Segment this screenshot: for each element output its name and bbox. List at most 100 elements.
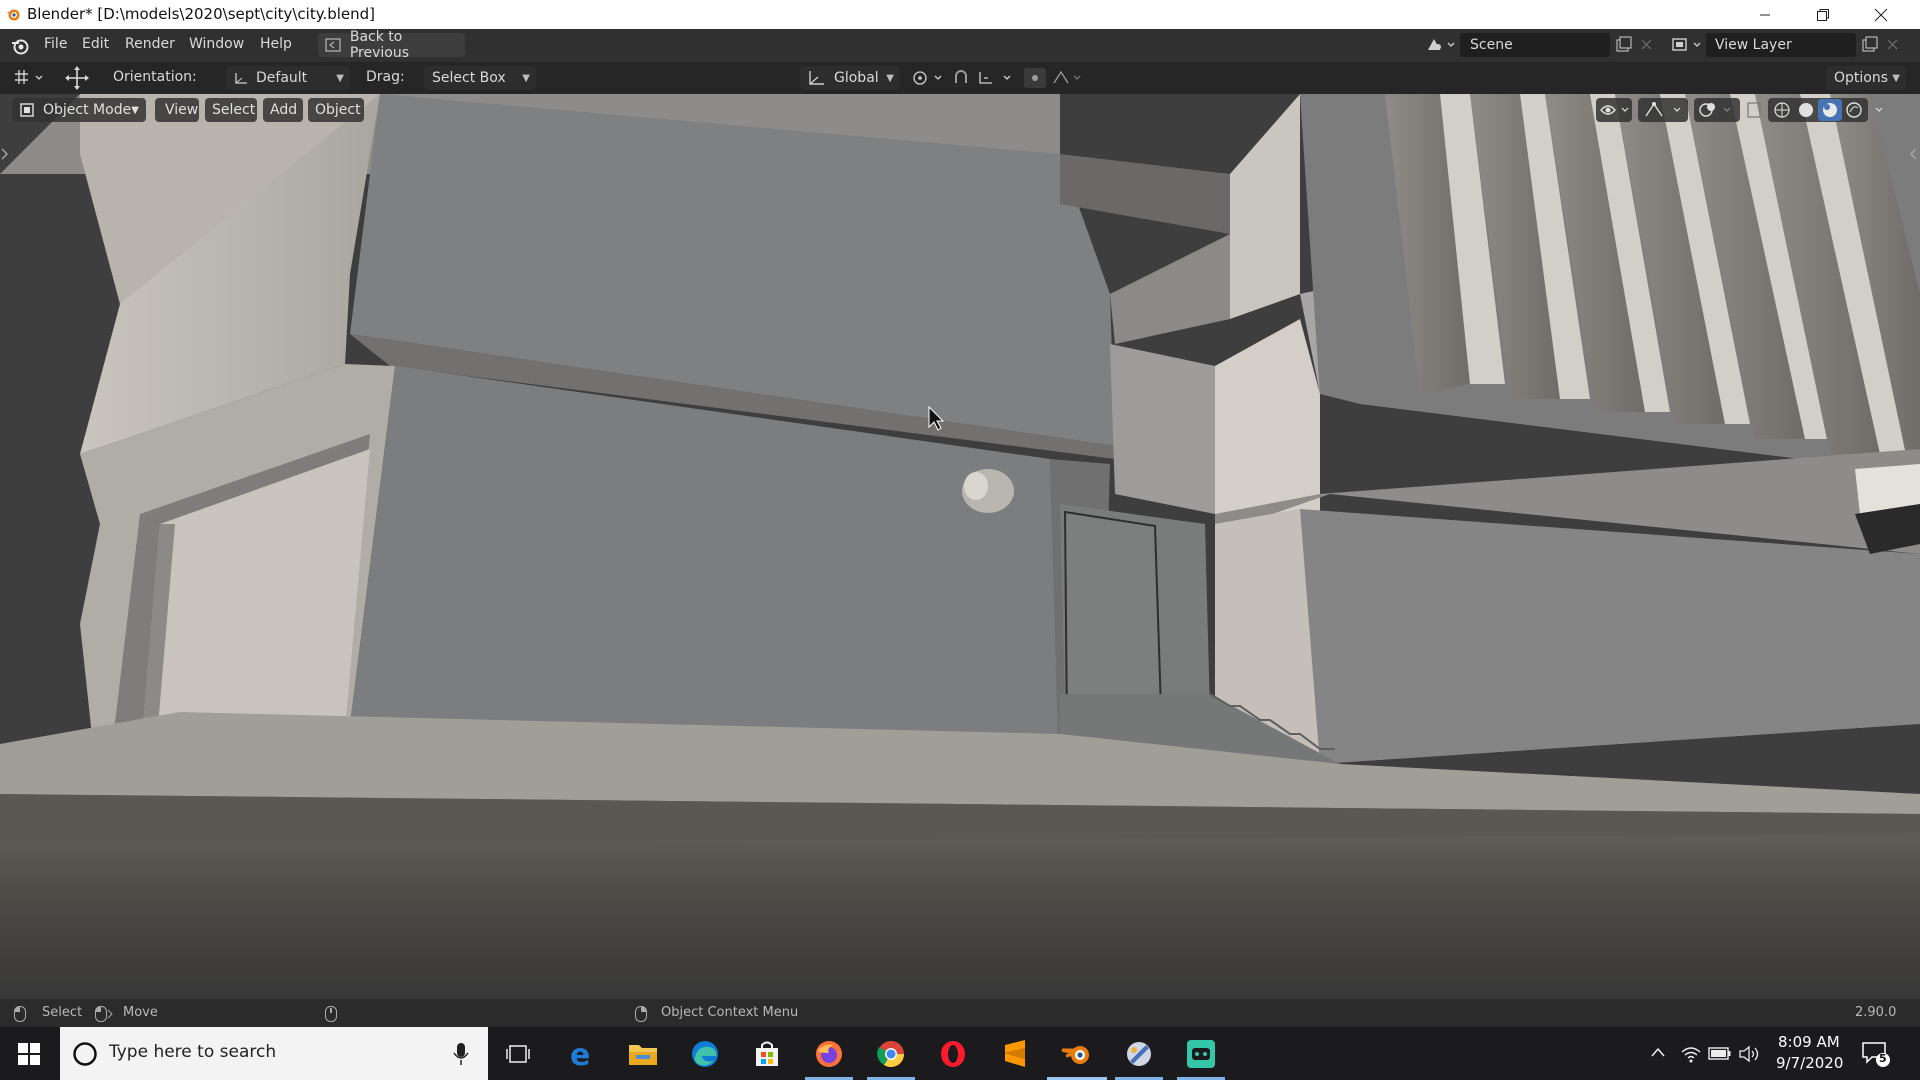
menu-window[interactable]: Window: [189, 36, 244, 52]
store-button[interactable]: [750, 1037, 784, 1071]
xray-icon: [1747, 102, 1761, 118]
notification-count: 5: [1879, 1052, 1887, 1065]
taskbar-time[interactable]: 8:09 AM: [1778, 1033, 1840, 1051]
orientation-axis-icon: [235, 73, 247, 84]
microphone-icon[interactable]: [453, 1042, 469, 1066]
close-icon: [1874, 8, 1888, 21]
notification-icon: [1862, 1042, 1890, 1067]
task-view-icon: [506, 1045, 530, 1063]
mouse-right-icon: [635, 1006, 647, 1022]
windows-start-icon[interactable]: [18, 1043, 40, 1065]
status-context-menu: Object Context Menu: [661, 1005, 799, 1020]
view-layer-field[interactable]: View Layer: [1706, 33, 1856, 57]
status-move: Move: [123, 1005, 158, 1020]
scene-name: Scene: [1470, 37, 1513, 53]
move-tool-icon[interactable]: [62, 65, 92, 91]
viewport-scene[interactable]: [0, 94, 1920, 999]
options-dropdown[interactable]: Options ▼: [1826, 66, 1906, 90]
game-app-button[interactable]: [1184, 1037, 1218, 1071]
close-button[interactable]: [1852, 0, 1910, 29]
new-view-layer-icon[interactable]: [1860, 35, 1880, 55]
blender-taskbar-button[interactable]: [1060, 1037, 1094, 1071]
snapping-icon[interactable]: [952, 68, 1018, 88]
wireframe-shading-icon: [1774, 102, 1790, 118]
paint-tool-button[interactable]: [1122, 1037, 1156, 1071]
window-titlebar: Blender* [D:\models\2020\sept\city\city.…: [0, 0, 1920, 29]
firefox-button[interactable]: [812, 1037, 846, 1071]
drag-label: Drag:: [366, 69, 405, 85]
blender-icon: [1061, 1046, 1089, 1064]
screen-back-icon: [325, 38, 341, 52]
object-mode-dropdown[interactable]: Object Mode ▼: [12, 98, 146, 122]
scene-selector-icon[interactable]: [1424, 35, 1456, 55]
chevron-down-icon: ▼: [336, 72, 344, 84]
chrome-button[interactable]: [874, 1037, 908, 1071]
view-layer-name: View Layer: [1715, 37, 1792, 53]
wifi-icon[interactable]: [1680, 1044, 1702, 1064]
toolbar-toggle-icon[interactable]: [0, 146, 10, 162]
minimize-button[interactable]: [1736, 0, 1794, 29]
remove-scene-icon[interactable]: [1640, 38, 1654, 52]
options-label: Options: [1834, 70, 1889, 86]
mouse-middle-icon: [325, 1006, 337, 1022]
menu-render[interactable]: Render: [125, 36, 175, 52]
add-menu[interactable]: Add: [263, 98, 303, 122]
solid-shading-icon: [1799, 103, 1813, 117]
3d-viewport[interactable]: Object Mode ▼ View Select Add Object: [0, 94, 1920, 999]
edge-legacy-icon: e: [570, 1039, 590, 1069]
opera-icon: [941, 1041, 965, 1067]
object-menu[interactable]: Object: [308, 98, 364, 122]
action-center-button[interactable]: 5: [1860, 1039, 1892, 1069]
game-app-icon: [1187, 1040, 1215, 1068]
volume-icon[interactable]: [1738, 1044, 1762, 1064]
chevron-down-icon: ▼: [1892, 72, 1900, 84]
orientation-dropdown[interactable]: Default ▼: [226, 66, 350, 90]
edge-legacy-button[interactable]: e: [564, 1037, 598, 1071]
orientation-value: Default: [256, 70, 308, 86]
mouse-drag-icon: [95, 1006, 113, 1022]
new-scene-icon[interactable]: [1614, 35, 1634, 55]
global-axis-icon: [809, 71, 824, 85]
battery-icon[interactable]: [1708, 1046, 1732, 1062]
status-bar: Select Move Object Context Menu 2.90.0: [0, 999, 1920, 1027]
cortana-circle-icon: [73, 1042, 97, 1066]
sidebar-toggle-icon[interactable]: [1908, 146, 1918, 162]
chrome-icon: [877, 1041, 905, 1068]
mid-block-face: [1110, 344, 1215, 514]
taskbar-date[interactable]: 9/7/2020: [1776, 1054, 1843, 1072]
task-view-button[interactable]: [501, 1037, 535, 1071]
drag-value: Select Box: [432, 70, 506, 86]
object-menu-label: Object: [315, 102, 361, 118]
restore-button[interactable]: [1794, 0, 1852, 29]
opera-button[interactable]: [936, 1037, 970, 1071]
blender-menu-icon[interactable]: [10, 36, 30, 56]
transform-orientation-dropdown[interactable]: Global ▼: [800, 66, 900, 90]
edge-button[interactable]: [688, 1037, 722, 1071]
view-layer-selector-icon[interactable]: [1670, 35, 1702, 55]
file-explorer-icon: [629, 1045, 657, 1065]
editor-type-icon[interactable]: [12, 68, 48, 88]
select-menu[interactable]: Select: [205, 98, 257, 122]
sublime-button[interactable]: [998, 1037, 1032, 1071]
taskbar-search-box[interactable]: Type here to search: [60, 1027, 488, 1080]
scene-name-field[interactable]: Scene: [1460, 33, 1610, 57]
proportional-editing-icon[interactable]: [1024, 68, 1086, 88]
drag-dropdown[interactable]: Select Box ▼: [424, 66, 536, 90]
remove-view-layer-icon[interactable]: [1886, 38, 1900, 52]
windows-taskbar: Type here to search e 8:09 AM 9/7/2020 5: [0, 1027, 1920, 1080]
back-to-previous-button[interactable]: Back to Previous: [318, 29, 465, 61]
tray-chevron-up-icon[interactable]: [1650, 1046, 1666, 1060]
viewport-shading-controls[interactable]: [1596, 98, 1916, 122]
blender-version: 2.90.0: [1855, 1005, 1897, 1020]
object-mode-icon: [20, 103, 34, 117]
status-select: Select: [42, 1005, 83, 1020]
view-menu[interactable]: View: [155, 98, 199, 122]
search-placeholder: Type here to search: [109, 1042, 277, 1062]
pivot-point-icon[interactable]: [910, 68, 946, 88]
select-menu-label: Select: [212, 102, 256, 118]
menu-edit[interactable]: Edit: [82, 36, 109, 52]
menu-help[interactable]: Help: [260, 36, 292, 52]
menu-file[interactable]: File: [44, 36, 67, 52]
file-explorer-button[interactable]: [626, 1037, 660, 1071]
edge-icon: [692, 1041, 718, 1067]
